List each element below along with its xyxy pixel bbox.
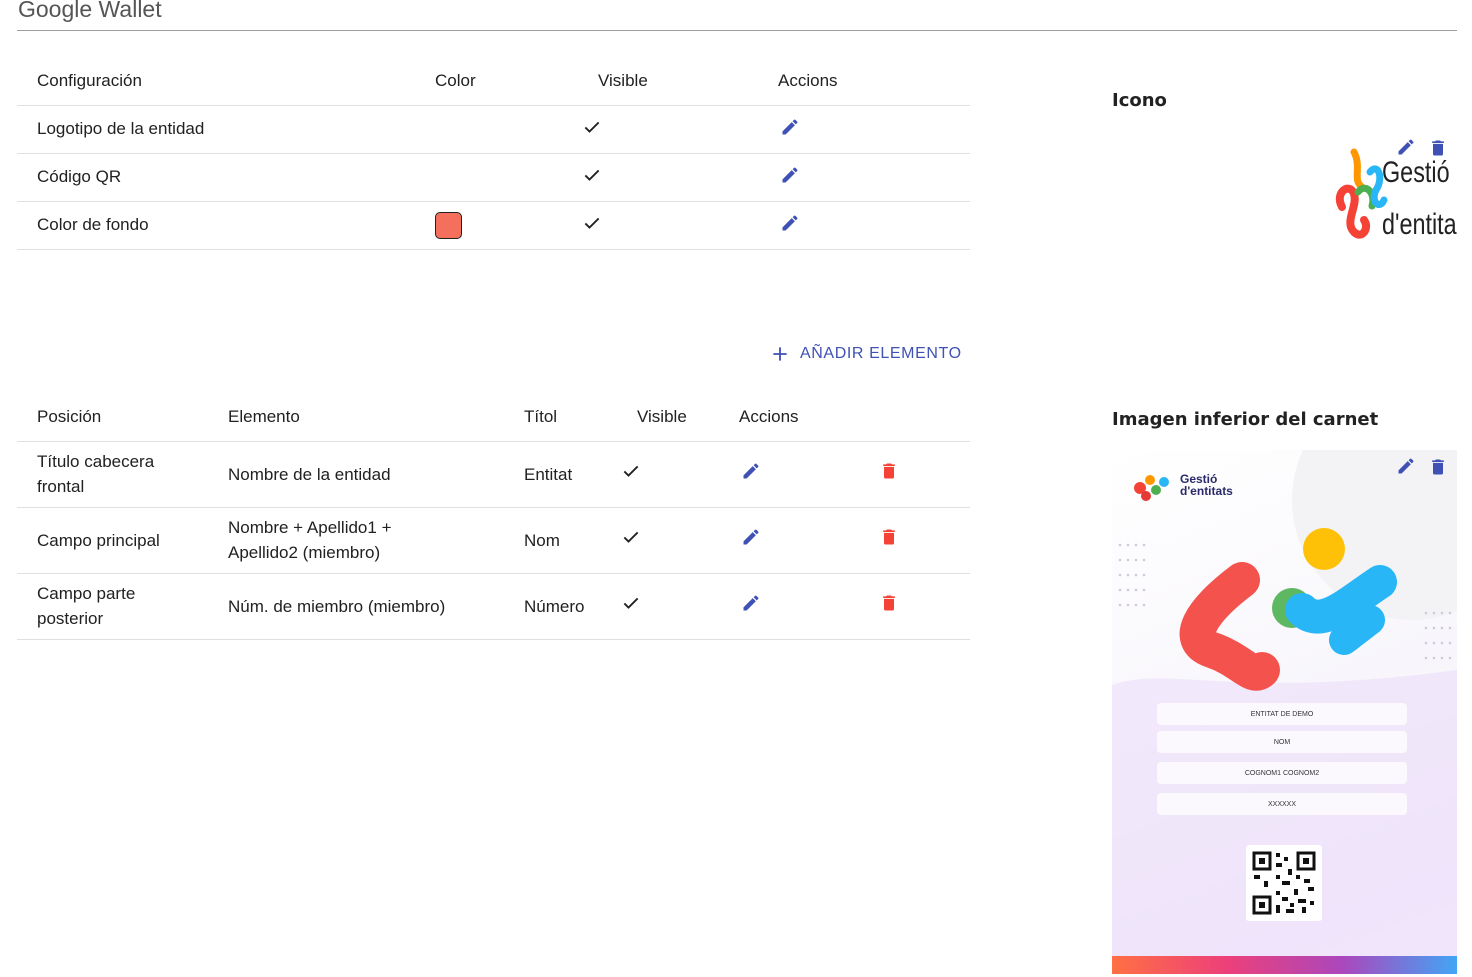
card-field: ENTITAT DE DEMO bbox=[1157, 703, 1407, 725]
column-header: Accions bbox=[719, 393, 856, 442]
config-table: Configuración Color Visible Accions Logo… bbox=[17, 58, 970, 250]
trash-icon[interactable] bbox=[879, 526, 899, 548]
title-cell: Número bbox=[504, 573, 617, 640]
card-field: COGNOM1 COGNOM2 bbox=[1157, 762, 1407, 784]
element-cell: Núm. de miembro (miembro) bbox=[208, 573, 504, 640]
check-icon bbox=[584, 121, 600, 133]
card-field: NOM bbox=[1157, 731, 1407, 753]
pencil-icon[interactable] bbox=[741, 527, 761, 547]
position-cell: Campo principal bbox=[17, 507, 208, 574]
icon-actions bbox=[1396, 137, 1448, 159]
check-icon bbox=[623, 465, 639, 477]
trash-icon[interactable] bbox=[1428, 456, 1448, 478]
pencil-icon[interactable] bbox=[1396, 137, 1416, 157]
pencil-icon[interactable] bbox=[1396, 456, 1416, 476]
column-header: Títol bbox=[504, 393, 617, 442]
card-image-actions bbox=[1396, 456, 1448, 478]
plus-icon bbox=[773, 347, 787, 361]
config-table-header: Configuración Color Visible Accions bbox=[17, 58, 970, 106]
config-color bbox=[415, 153, 578, 202]
title-cell: Entitat bbox=[504, 441, 617, 508]
config-name: Color de fondo bbox=[17, 201, 415, 250]
column-header: Configuración bbox=[17, 58, 415, 106]
column-header: Color bbox=[415, 58, 578, 106]
element-cell: Nombre + Apellido1 + Apellido2 (miembro) bbox=[208, 507, 504, 574]
config-color bbox=[415, 201, 578, 250]
column-header: Accions bbox=[758, 58, 970, 106]
position-cell: Campo parte posterior bbox=[17, 573, 208, 640]
color-swatch[interactable] bbox=[435, 211, 462, 239]
config-color bbox=[415, 105, 578, 154]
add-element-label: AÑADIR ELEMENTO bbox=[800, 345, 962, 362]
position-table-header: Posición Elemento Títol Visible Accions bbox=[17, 393, 970, 442]
pencil-icon[interactable] bbox=[780, 117, 800, 137]
table-row: Campo parte posterior Núm. de miembro (m… bbox=[17, 573, 970, 640]
trash-icon[interactable] bbox=[879, 460, 899, 482]
icon-heading: Icono bbox=[1112, 90, 1167, 111]
pencil-icon[interactable] bbox=[741, 593, 761, 613]
config-name: Código QR bbox=[17, 153, 415, 202]
position-table: Posición Elemento Títol Visible Accions … bbox=[17, 393, 970, 640]
card-gradient-bar bbox=[1112, 956, 1457, 974]
trash-icon[interactable] bbox=[879, 592, 899, 614]
table-row: Código QR bbox=[17, 153, 970, 202]
card-image-heading: Imagen inferior del carnet bbox=[1112, 409, 1379, 430]
logo-text-line1: Gestió bbox=[1382, 155, 1450, 188]
title-cell: Nom bbox=[504, 507, 617, 574]
position-cell: Título cabecera frontal bbox=[17, 441, 208, 508]
page-title: Google Wallet bbox=[18, 0, 162, 22]
check-icon bbox=[623, 597, 639, 609]
card-field: XXXXXX bbox=[1157, 793, 1407, 815]
column-header: Visible bbox=[617, 393, 719, 442]
card-bottom-image: Gestió d'entitats ENTITAT DE DEMO NOM CO… bbox=[1112, 450, 1457, 974]
card-brand-line2: d'entitats bbox=[1180, 484, 1233, 498]
pencil-icon[interactable] bbox=[741, 461, 761, 481]
column-header: Posición bbox=[17, 393, 208, 442]
column-header: Elemento bbox=[208, 393, 504, 442]
table-row: Título cabecera frontal Nombre de la ent… bbox=[17, 441, 970, 508]
check-icon bbox=[584, 217, 600, 229]
qr-code-icon bbox=[1246, 845, 1322, 921]
logo-text-line2: d'entitats bbox=[1382, 207, 1457, 240]
column-header: Visible bbox=[578, 58, 758, 106]
check-icon bbox=[623, 531, 639, 543]
trash-icon[interactable] bbox=[1428, 137, 1448, 159]
config-name: Logotipo de la entidad bbox=[17, 105, 415, 154]
pencil-icon[interactable] bbox=[780, 213, 800, 233]
table-row: Logotipo de la entidad bbox=[17, 105, 970, 154]
element-cell: Nombre de la entidad bbox=[208, 441, 504, 508]
add-element-button[interactable]: AÑADIR ELEMENTO bbox=[770, 341, 962, 367]
pencil-icon[interactable] bbox=[780, 165, 800, 185]
table-row: Color de fondo bbox=[17, 201, 970, 250]
table-row: Campo principal Nombre + Apellido1 + Ape… bbox=[17, 507, 970, 574]
check-icon bbox=[584, 169, 600, 181]
title-divider bbox=[17, 30, 1457, 31]
